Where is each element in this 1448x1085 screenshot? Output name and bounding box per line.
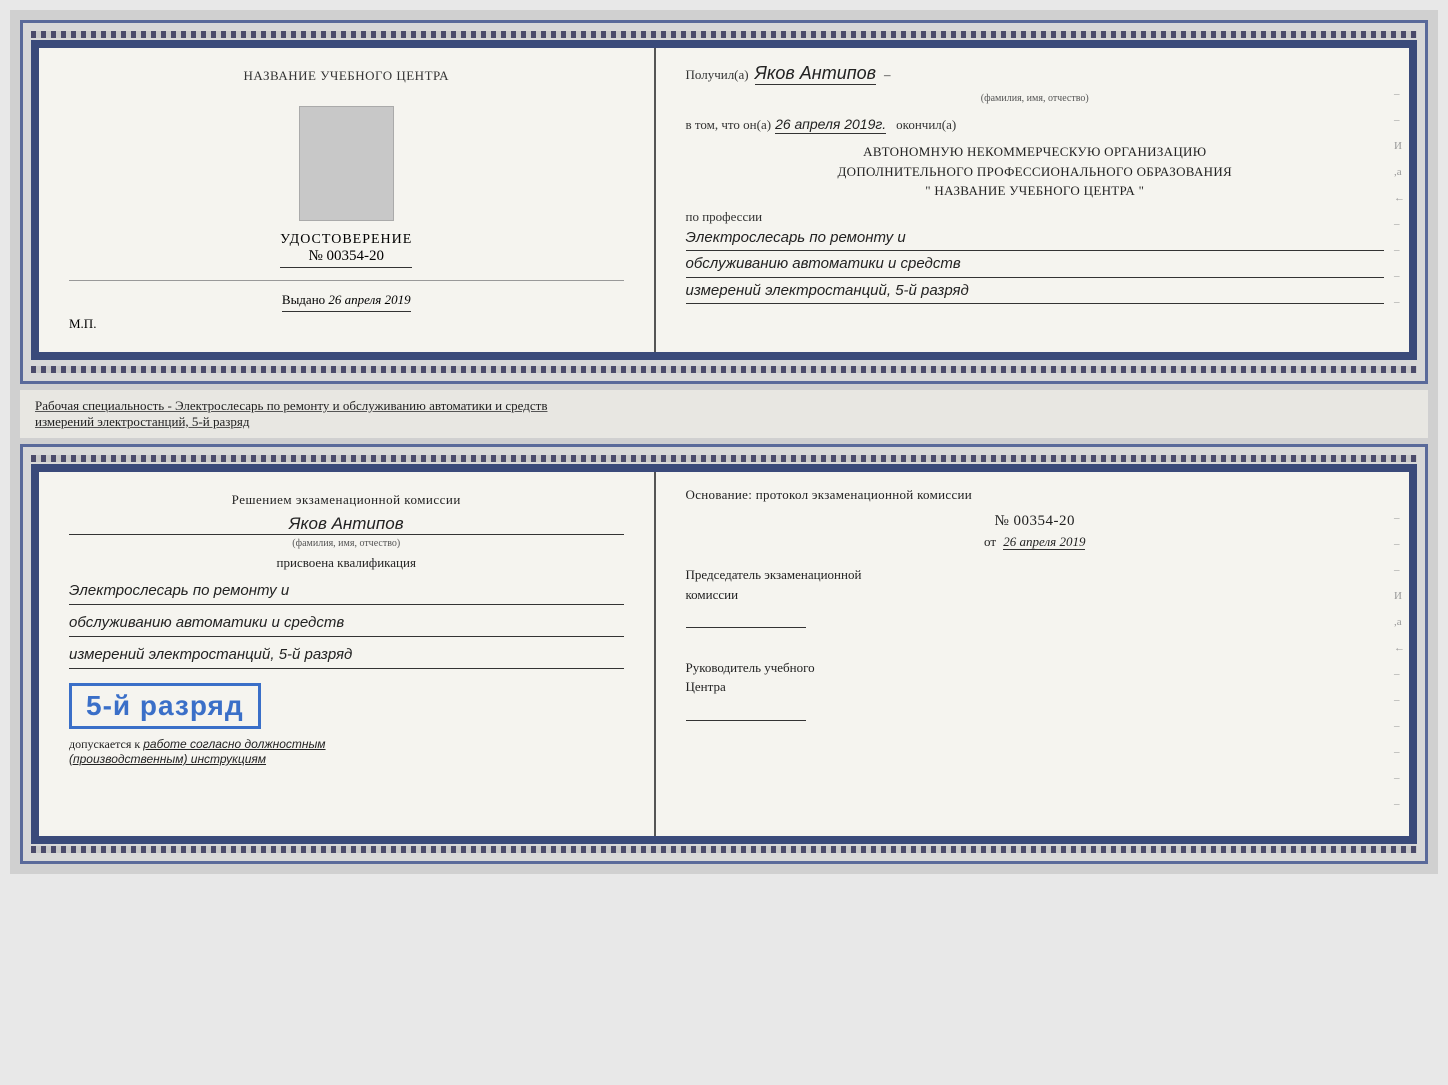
rukovoditel-signature-line	[686, 701, 806, 721]
osnov-label: Основание: протокол экзаменационной коми…	[686, 487, 1385, 503]
top-stripe	[31, 31, 1417, 38]
side-right-marks: – – И ,а ← – – – –	[1394, 88, 1405, 308]
udostoverenie-block: УДОСТОВЕРЕНИЕ № 00354-20	[280, 232, 412, 268]
vydano-label: Выдано	[282, 292, 325, 307]
decision-title: Решением экзаменационной комиссии	[69, 492, 624, 508]
cert-top-right: Получил(а) Яков Антипов – (фамилия, имя,…	[656, 48, 1410, 352]
cert-bottom-content: Решением экзаменационной комиссии Яков А…	[31, 464, 1417, 844]
protocol-number: № 00354-20	[686, 513, 1385, 530]
fio-subtext-top: (фамилия, имя, отчество)	[686, 93, 1385, 104]
org-line3: " НАЗВАНИЕ УЧЕБНОГО ЦЕНТРА "	[686, 181, 1385, 201]
predsedatel-signature-line	[686, 608, 806, 628]
dash-top: –	[884, 67, 891, 83]
bottom-certificate: Решением экзаменационной комиссии Яков А…	[20, 444, 1428, 864]
middle-text-line2: измерений электростанций, 5-й разряд	[35, 414, 1413, 430]
vydano-block: Выдано 26 апреля 2019	[282, 292, 411, 312]
spacer-line	[69, 280, 624, 281]
org-line1: АВТОНОМНУЮ НЕКОММЕРЧЕСКУЮ ОРГАНИЗАЦИЮ	[686, 142, 1385, 162]
profession-block-top: по профессии Электрослесарь по ремонту и…	[686, 209, 1385, 305]
mp-label: М.П.	[69, 316, 96, 332]
vtom-date: 26 апреля 2019г.	[775, 116, 886, 134]
org-line2: ДОПОЛНИТЕЛЬНОГО ПРОФЕССИОНАЛЬНОГО ОБРАЗО…	[686, 162, 1385, 182]
middle-text-line1: Рабочая специальность - Электрослесарь п…	[35, 398, 1413, 414]
dopuskaetsya-block: допускается к работе согласно должностны…	[69, 737, 624, 766]
org-block: АВТОНОМНУЮ НЕКОММЕРЧЕСКУЮ ОРГАНИЗАЦИЮ ДО…	[686, 142, 1385, 201]
photo-placeholder	[299, 106, 394, 221]
vtom-line: в том, что он(а) 26 апреля 2019г. окончи…	[686, 116, 1385, 134]
cert-number-top: № 00354-20	[280, 248, 412, 268]
protocol-date-line: от 26 апреля 2019	[686, 534, 1385, 550]
dopuskaetsya-italic: работе согласно должностным	[143, 737, 325, 751]
qual-line3: измерений электростанций, 5-й разряд	[69, 641, 624, 669]
rukovoditel-line1: Руководитель учебного	[686, 658, 1385, 678]
poluchil-label: Получил(а)	[686, 67, 749, 83]
fio-handwritten-top: Яков Антипов	[755, 63, 876, 85]
protocol-date-prefix: от	[984, 534, 996, 549]
predsedatel-block: Председатель экзаменационной комиссии	[686, 565, 1385, 638]
school-name-top: НАЗВАНИЕ УЧЕБНОГО ЦЕНТРА	[244, 68, 449, 84]
cert-bottom-right: Основание: протокол экзаменационной коми…	[656, 472, 1410, 836]
page-wrapper: НАЗВАНИЕ УЧЕБНОГО ЦЕНТРА УДОСТОВЕРЕНИЕ №…	[10, 10, 1438, 874]
vtom-label: в том, что он(а)	[686, 117, 772, 133]
side-right-marks-bottom: – – – И ,а ← – – – – – –	[1394, 512, 1405, 810]
po-professii-label: по профессии	[686, 209, 1385, 225]
okончил-label: окончил(а)	[896, 117, 956, 133]
bottom-cert-bottom-stripe	[31, 846, 1417, 853]
fio-handwritten-bottom: Яков Антипов	[69, 514, 624, 535]
bottom-stripe	[31, 366, 1417, 373]
dopuskaetsya-italic2: (производственным) инструкциям	[69, 752, 624, 766]
razryad-badge-block: 5-й разряд	[69, 675, 624, 737]
qual-line2: обслуживанию автоматики и средств	[69, 609, 624, 637]
fio-subtext-bottom: (фамилия, имя, отчество)	[69, 538, 624, 549]
middle-text-block: Рабочая специальность - Электрослесарь п…	[20, 390, 1428, 438]
poluchil-line: Получил(а) Яков Антипов –	[686, 63, 1385, 85]
profession-line1: Электрослесарь по ремонту и	[686, 225, 1385, 252]
top-certificate: НАЗВАНИЕ УЧЕБНОГО ЦЕНТРА УДОСТОВЕРЕНИЕ №…	[20, 20, 1428, 384]
fio-bottom-block: Яков Антипов (фамилия, имя, отчество)	[69, 514, 624, 549]
udostoverenie-label: УДОСТОВЕРЕНИЕ	[280, 232, 412, 248]
profession-line2: обслуживанию автоматики и средств	[686, 251, 1385, 278]
predsedatel-line1: Председатель экзаменационной	[686, 565, 1385, 585]
dopuskaetsya-prefix: допускается к	[69, 737, 140, 751]
vydano-date: 26 апреля 2019	[328, 292, 410, 307]
bottom-cert-top-stripe	[31, 455, 1417, 462]
cert-top-left: НАЗВАНИЕ УЧЕБНОГО ЦЕНТРА УДОСТОВЕРЕНИЕ №…	[39, 48, 656, 352]
predsedatel-line2: комиссии	[686, 585, 1385, 605]
cert-bottom-left: Решением экзаменационной комиссии Яков А…	[39, 472, 656, 836]
cert-top-content: НАЗВАНИЕ УЧЕБНОГО ЦЕНТРА УДОСТОВЕРЕНИЕ №…	[31, 40, 1417, 360]
prisvoena-label: присвоена квалификация	[69, 555, 624, 571]
profession-line3: измерений электростанций, 5-й разряд	[686, 278, 1385, 305]
rukovoditel-block: Руководитель учебного Центра	[686, 658, 1385, 731]
rukovoditel-line2: Центра	[686, 677, 1385, 697]
protocol-date: 26 апреля 2019	[1003, 534, 1085, 550]
qual-line1: Электрослесарь по ремонту и	[69, 577, 624, 605]
razryad-badge: 5-й разряд	[69, 683, 261, 729]
